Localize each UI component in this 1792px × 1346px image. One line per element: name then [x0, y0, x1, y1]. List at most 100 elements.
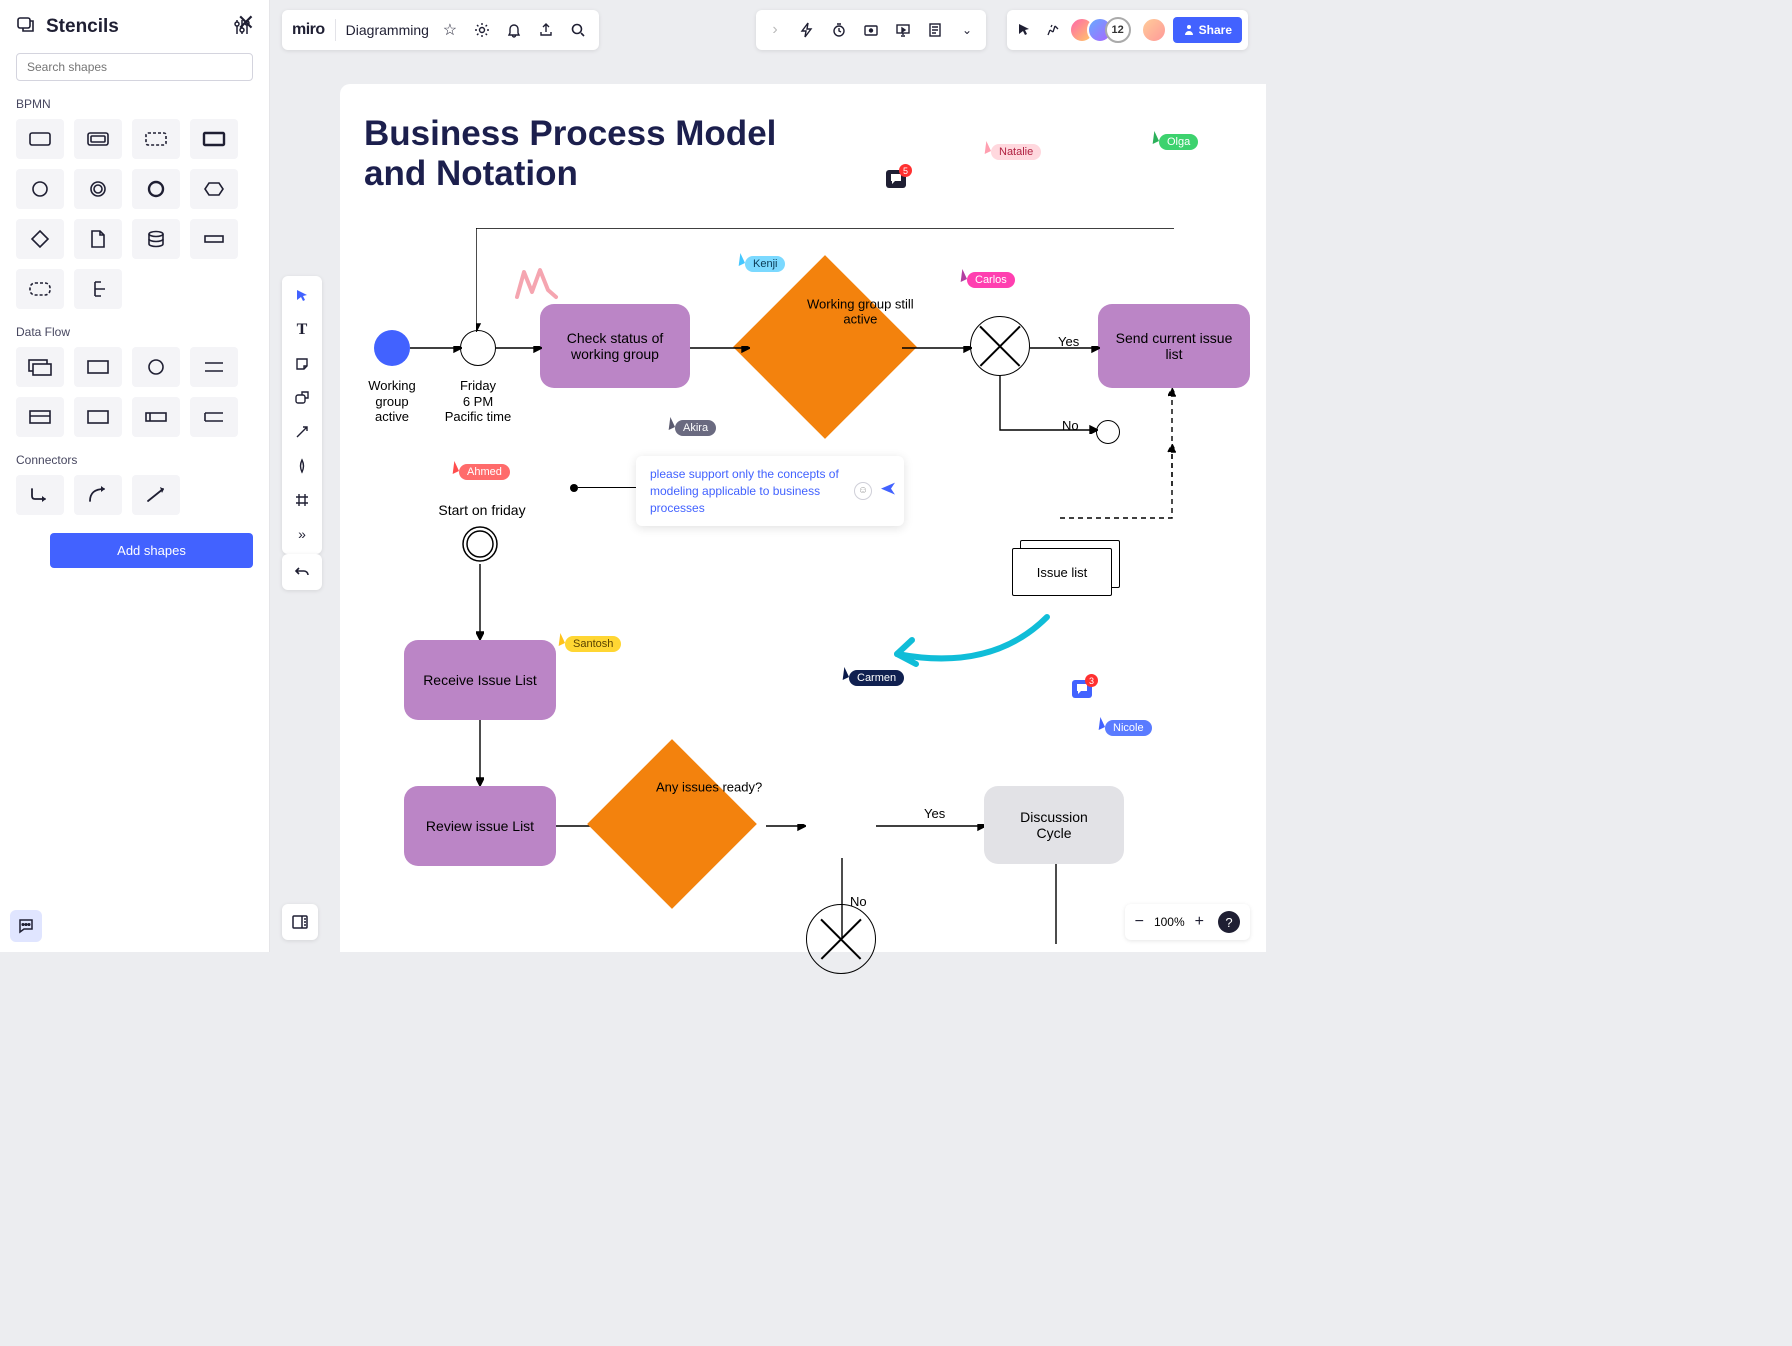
more-tools-icon[interactable]: ⌄ — [956, 19, 978, 41]
category-connectors-label: Connectors — [0, 447, 269, 471]
user-cursor-olga: Olga — [1150, 132, 1198, 151]
node-start-label: Working group active — [362, 378, 422, 425]
start-friday-label: Start on friday — [432, 502, 532, 519]
user-cursor-ahmed: Ahmed — [450, 462, 510, 481]
node-start[interactable] — [374, 330, 410, 366]
category-dataflow-label: Data Flow — [0, 319, 269, 343]
timer-icon[interactable] — [828, 19, 850, 41]
connector-elbow[interactable] — [16, 475, 64, 515]
sidebar-chat-icon[interactable] — [10, 910, 42, 942]
shape-rect[interactable] — [16, 119, 64, 159]
record-icon[interactable] — [860, 19, 882, 41]
share-button[interactable]: Share — [1173, 17, 1242, 43]
shape-database[interactable] — [132, 219, 180, 259]
shape-rect-dashed-round[interactable] — [16, 269, 64, 309]
shape-rect-dashed[interactable] — [132, 119, 180, 159]
shape-df-rect[interactable] — [74, 347, 122, 387]
tool-sticky[interactable] — [288, 350, 316, 378]
shape-df-lines[interactable] — [190, 347, 238, 387]
dataflow-shapes-grid — [0, 343, 269, 447]
gear-icon[interactable] — [471, 19, 493, 41]
node-end-no[interactable] — [1096, 420, 1120, 444]
search-input[interactable] — [27, 60, 242, 74]
shape-rect-double[interactable] — [74, 119, 122, 159]
user-cursor-natalie: Natalie — [982, 142, 1041, 161]
shape-df-circle[interactable] — [132, 347, 180, 387]
bell-icon[interactable] — [503, 19, 525, 41]
search-shapes-field[interactable] — [16, 53, 253, 81]
send-icon[interactable] — [880, 481, 896, 502]
comment-badge-2[interactable]: 3 — [1072, 680, 1092, 698]
shape-df-header[interactable] — [16, 397, 64, 437]
edge-label-no2: No — [850, 894, 867, 909]
notes-icon[interactable] — [924, 19, 946, 41]
comment-box[interactable]: please support only the concepts of mode… — [636, 456, 904, 526]
vertical-toolbar: T » — [282, 276, 322, 554]
comment-anchor — [570, 484, 578, 492]
tool-arrow[interactable] — [288, 418, 316, 446]
category-bpmn-label: BPMN — [0, 91, 269, 115]
avatar-count[interactable]: 12 — [1105, 17, 1131, 43]
present-icon[interactable] — [892, 19, 914, 41]
add-shapes-button[interactable]: Add shapes — [50, 533, 253, 568]
reactions-icon[interactable] — [1041, 19, 1063, 41]
shape-circle[interactable] — [16, 169, 64, 209]
frames-panel-button[interactable] — [282, 904, 318, 940]
avatar-me[interactable] — [1141, 17, 1167, 43]
shape-bar[interactable] — [190, 219, 238, 259]
shape-circle-thick[interactable] — [132, 169, 180, 209]
emoji-icon[interactable]: ☺ — [854, 482, 872, 500]
shape-circle-double[interactable] — [74, 169, 122, 209]
miro-logo[interactable]: miro — [292, 21, 325, 39]
annotation-arrow — [882, 612, 1052, 672]
zoom-level[interactable]: 100% — [1154, 915, 1185, 929]
node-discussion[interactable]: Discussion Cycle — [984, 786, 1124, 864]
comment-text: please support only the concepts of mode… — [650, 467, 839, 515]
undo-button[interactable] — [282, 554, 322, 590]
node-issue-list[interactable]: Issue list — [1012, 540, 1120, 596]
shape-hexagon[interactable] — [190, 169, 238, 209]
connector-straight[interactable] — [132, 475, 180, 515]
export-icon[interactable] — [535, 19, 557, 41]
cursor-icon[interactable] — [1013, 19, 1035, 41]
connector-curve[interactable] — [74, 475, 122, 515]
bpmn-shapes-grid — [0, 115, 269, 319]
shape-rect-thick[interactable] — [190, 119, 238, 159]
search-icon[interactable] — [567, 19, 589, 41]
tool-shapes[interactable] — [288, 384, 316, 412]
node-timer[interactable] — [460, 330, 496, 366]
zoom-in-button[interactable]: + — [1195, 913, 1204, 931]
chevron-right-icon[interactable]: › — [764, 19, 786, 41]
node-timer-label: Friday 6 PM Pacific time — [438, 378, 518, 425]
shape-df-openrect[interactable] — [190, 397, 238, 437]
bolt-icon[interactable] — [796, 19, 818, 41]
tool-pen[interactable] — [288, 452, 316, 480]
star-icon[interactable]: ☆ — [439, 19, 461, 41]
shape-df-rects[interactable] — [16, 347, 64, 387]
share-label: Share — [1199, 23, 1232, 37]
edge-label-yes2: Yes — [924, 806, 945, 821]
shape-annotation[interactable] — [74, 269, 122, 309]
zoom-out-button[interactable]: − — [1135, 913, 1144, 931]
shape-df-side[interactable] — [132, 397, 180, 437]
shape-diamond[interactable] — [16, 219, 64, 259]
comment-badge[interactable]: 5 — [886, 170, 906, 188]
close-icon[interactable]: ✕ — [237, 10, 255, 36]
board-name[interactable]: Diagramming — [346, 22, 429, 38]
shape-df-rect2[interactable] — [74, 397, 122, 437]
stencils-title: Stencils — [46, 16, 221, 38]
node-decision-ready[interactable]: Any issues ready? — [612, 764, 732, 884]
shape-document[interactable] — [74, 219, 122, 259]
tool-frame[interactable] — [288, 486, 316, 514]
user-cursor-akira: Akira — [666, 418, 716, 437]
canvas[interactable]: Business Process Model and Notation 5 Na… — [340, 84, 1266, 952]
avatar-stack[interactable]: 12 — [1069, 17, 1131, 43]
help-button[interactable]: ? — [1218, 911, 1240, 933]
node-start-friday[interactable] — [460, 524, 500, 564]
node-receive-list[interactable]: Receive Issue List — [404, 640, 556, 720]
tool-select[interactable] — [288, 282, 316, 310]
user-cursor-nicole: Nicole — [1096, 718, 1152, 737]
tool-more[interactable]: » — [288, 520, 316, 548]
node-review-list[interactable]: Review issue List — [404, 786, 556, 866]
tool-text[interactable]: T — [288, 316, 316, 344]
